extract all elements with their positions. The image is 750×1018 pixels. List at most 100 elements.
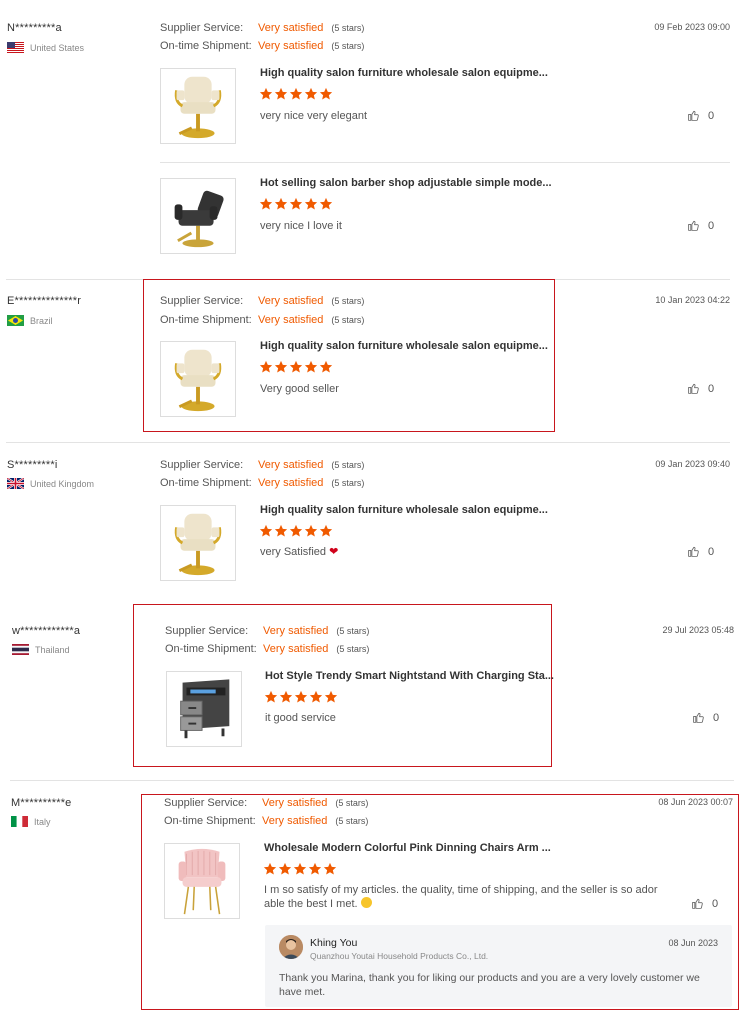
like-count: 0	[708, 109, 715, 122]
salon-chair-cream-image[interactable]	[160, 68, 236, 144]
star-icon	[264, 690, 278, 704]
reviewer-name: M**********e	[11, 797, 72, 809]
star-icon	[259, 360, 273, 374]
product-title-link[interactable]: High quality salon furniture wholesale s…	[260, 67, 548, 79]
country-name: Italy	[34, 816, 51, 827]
supplier-reply: Khing You Quanzhou Youtai Household Prod…	[265, 925, 732, 1007]
star-icon	[319, 197, 333, 211]
thumbs-up-icon	[691, 897, 704, 910]
supplier-service-rating: Supplier Service: Very satisfied (5 star…	[160, 459, 364, 471]
salon-chair-black-image[interactable]	[160, 178, 236, 254]
shipment-rating: On-time Shipment: Very satisfied (5 star…	[160, 477, 364, 489]
star-icon	[293, 862, 307, 876]
star-icon	[319, 360, 333, 374]
rating-value: Very satisfied	[258, 459, 324, 471]
shipment-label: On-time Shipment:	[160, 40, 252, 52]
comment-text: very Satisfied	[260, 546, 327, 558]
star-icon	[309, 690, 323, 704]
supplier-service-label: Supplier Service:	[160, 459, 244, 471]
rating-stars-text: (5 stars)	[336, 626, 370, 636]
shipment-rating: On-time Shipment: Very satisfied (5 star…	[164, 815, 368, 827]
product-star-rating	[259, 197, 333, 211]
review-comment: Very good seller	[260, 383, 339, 395]
pink-chair-image[interactable]	[164, 843, 240, 919]
rating-value: Very satisfied	[258, 477, 324, 489]
rating-stars-text: (5 stars)	[335, 816, 369, 826]
smile-emoji-icon	[360, 897, 372, 908]
star-icon	[319, 87, 333, 101]
star-icon	[324, 690, 338, 704]
thailand-flag-icon	[12, 644, 29, 655]
like-count: 0	[708, 545, 715, 558]
comment-line: able the best I met.	[264, 897, 664, 911]
rating-value: Very satisfied	[263, 643, 329, 655]
like-button[interactable]: 0	[691, 897, 718, 910]
rating-value: Very satisfied	[258, 314, 324, 326]
comment-line: I m so satisfy of my articles. the quali…	[264, 884, 658, 896]
brazil-flag-icon	[7, 315, 24, 326]
rating-value: Very satisfied	[258, 22, 324, 34]
product-title-link[interactable]: Hot selling salon barber shop adjustable…	[260, 177, 552, 189]
nightstand-image[interactable]	[166, 671, 242, 747]
product-title-link[interactable]: Hot Style Trendy Smart Nightstand With C…	[265, 670, 554, 682]
rating-stars-text: (5 stars)	[336, 644, 370, 654]
like-count: 0	[713, 711, 720, 724]
rating-value: Very satisfied	[262, 815, 328, 827]
review-comment: it good service	[265, 712, 336, 724]
star-icon	[289, 524, 303, 538]
review-date: 09 Feb 2023 09:00	[654, 22, 730, 32]
like-button[interactable]: 0	[692, 711, 719, 724]
rating-stars-text: (5 stars)	[331, 478, 365, 488]
product-title-link[interactable]: High quality salon furniture wholesale s…	[260, 504, 548, 516]
reply-author-name: Khing You	[310, 937, 358, 949]
thumbs-up-icon	[687, 545, 700, 558]
country-name: United States	[30, 42, 85, 53]
product-star-rating	[259, 360, 333, 374]
rating-stars-text: (5 stars)	[331, 23, 365, 33]
thumbs-up-icon	[687, 219, 700, 232]
country-name: United Kingdom	[30, 478, 95, 489]
reviewer-country: Thailand	[12, 644, 70, 655]
review-divider	[6, 442, 730, 443]
supplier-service-label: Supplier Service:	[165, 625, 249, 637]
star-icon	[304, 87, 318, 101]
comment-text: able the best I met.	[264, 898, 361, 910]
reviewer-name: w************a	[12, 625, 81, 637]
like-button[interactable]: 0	[687, 219, 714, 232]
star-icon	[263, 862, 277, 876]
italy-flag-icon	[11, 816, 28, 827]
rating-stars-text: (5 stars)	[331, 315, 365, 325]
reviewer-name: E**************r	[7, 295, 82, 307]
supplier-service-rating: Supplier Service: Very satisfied (5 star…	[164, 797, 368, 809]
heart-icon: ❤	[329, 546, 339, 558]
supplier-service-rating: Supplier Service: Very satisfied (5 star…	[165, 625, 369, 637]
salon-chair-cream-image[interactable]	[160, 341, 236, 417]
star-icon	[274, 360, 288, 374]
review-comment: very Satisfied ❤	[260, 545, 338, 559]
country-name: Brazil	[30, 315, 53, 326]
star-icon	[259, 197, 273, 211]
thumbs-up-icon	[687, 109, 700, 122]
like-button[interactable]: 0	[687, 545, 714, 558]
like-button[interactable]: 0	[687, 382, 714, 395]
reply-date: 08 Jun 2023	[668, 938, 718, 948]
rating-value: Very satisfied	[258, 40, 324, 52]
product-title-link[interactable]: High quality salon furniture wholesale s…	[260, 340, 548, 352]
like-count: 0	[708, 219, 715, 232]
reply-company: Quanzhou Youtai Household Products Co., …	[310, 951, 489, 961]
thumbs-up-icon	[692, 711, 705, 724]
product-divider	[160, 162, 730, 163]
rating-value: Very satisfied	[263, 625, 329, 637]
salon-chair-cream-image[interactable]	[160, 505, 236, 581]
thumbs-up-icon	[687, 382, 700, 395]
supplier-service-label: Supplier Service:	[160, 295, 244, 307]
product-star-rating	[263, 862, 337, 876]
review-date: 08 Jun 2023 00:07	[658, 797, 733, 807]
star-icon	[279, 690, 293, 704]
reviewer-country: United Kingdom	[7, 478, 94, 489]
review-date: 09 Jan 2023 09:40	[655, 459, 730, 469]
review-comment: very nice I love it	[260, 220, 342, 232]
product-title-link[interactable]: Wholesale Modern Colorful Pink Dinning C…	[264, 842, 551, 854]
like-button[interactable]: 0	[687, 109, 714, 122]
star-icon	[304, 360, 318, 374]
